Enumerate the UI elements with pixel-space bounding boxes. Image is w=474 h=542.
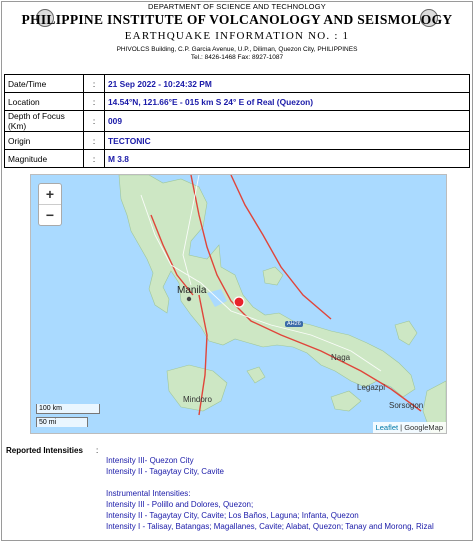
instrumental-intensity-item: Intensity III - Polillo and Dolores, Que… — [106, 500, 254, 509]
row-separator: : — [83, 74, 105, 93]
map-attribution: Leaflet | GoogleMap — [372, 422, 446, 433]
report-header: DEPARTMENT OF SCIENCE AND TECHNOLOGY PHI… — [0, 0, 474, 70]
info-title-text: EARTHQUAKE INFORMATION NO. : — [124, 30, 339, 42]
reported-intensity-item: Intensity III- Quezon City — [106, 456, 194, 465]
row-label: Origin — [4, 131, 84, 150]
table-row: Location : 14.54°N, 121.66°E - 015 km S … — [4, 92, 470, 111]
info-title: EARTHQUAKE INFORMATION NO. : 1 — [0, 30, 474, 42]
sorsogon-label: Sorsogon — [389, 401, 424, 410]
epicenter-map[interactable]: Manila Naga Legazpi Sorsogon Mindoro AH2… — [30, 174, 447, 434]
mindoro-label: Mindoro — [183, 395, 212, 404]
row-separator: : — [83, 110, 105, 132]
highway-shield: AH26 — [285, 321, 303, 327]
catanduanes-island — [394, 320, 418, 346]
row-label: Location — [4, 92, 84, 111]
table-row: Date/Time : 21 Sep 2022 - 10:24:32 PM — [4, 74, 470, 93]
reported-intensities-label: Reported Intensities — [6, 446, 83, 455]
telephone: Tel.: 8426-1468 Fax: 8927-1087 — [190, 54, 284, 61]
table-row: Origin : TECTONIC — [4, 131, 470, 150]
zoom-out-button[interactable]: − — [39, 204, 61, 225]
masbate-island — [330, 390, 362, 412]
location-value: 14.54°N, 121.66°E - 015 km S 24° E of Re… — [104, 92, 470, 111]
address-block: PHIVOLCS Building, C.P. Garcia Avenue, U… — [0, 46, 474, 62]
earthquake-details-table: Date/Time : 21 Sep 2022 - 10:24:32 PM Lo… — [4, 74, 470, 168]
leaflet-link[interactable]: Leaflet — [376, 423, 399, 432]
naga-label: Naga — [331, 353, 351, 362]
instrumental-intensity-item: Intensity II - Tagaytay City, Cavite; Lo… — [106, 511, 359, 520]
manila-city-dot — [186, 296, 192, 302]
row-label: Depth of Focus (Km) — [4, 110, 84, 132]
manila-label: Manila — [177, 285, 207, 296]
datetime-value: 21 Sep 2022 - 10:24:32 PM — [104, 74, 470, 93]
row-label: Magnitude — [4, 149, 84, 168]
reported-separator: : — [96, 446, 99, 455]
row-separator: : — [83, 149, 105, 168]
row-separator: : — [83, 92, 105, 111]
epicenter-marker — [233, 296, 245, 308]
marinduque-island — [246, 366, 266, 384]
row-separator: : — [83, 131, 105, 150]
googlemap-credit: GoogleMap — [404, 423, 443, 432]
row-label: Date/Time — [4, 74, 84, 93]
map-canvas[interactable] — [31, 175, 446, 433]
department-name: DEPARTMENT OF SCIENCE AND TECHNOLOGY — [148, 2, 326, 11]
table-row: Magnitude : M 3.8 — [4, 149, 470, 168]
scale-bar-mi: 50 mi — [36, 417, 88, 427]
reported-intensity-item: Intensity II - Tagaytay City, Cavite — [106, 467, 224, 476]
depth-value: 009 — [104, 110, 470, 132]
table-row: Depth of Focus (Km) : 009 — [4, 110, 470, 132]
magnitude-value: M 3.8 — [104, 149, 470, 168]
polillo-island — [262, 266, 284, 286]
scale-bar-km: 100 km — [36, 404, 100, 414]
institute-name: PHILIPPINE INSTITUTE OF VOLCANOLOGY AND … — [21, 12, 453, 27]
address: PHIVOLCS Building, C.P. Garcia Avenue, U… — [116, 46, 358, 53]
legazpi-label: Legazpi — [357, 383, 386, 392]
fault-line — [230, 175, 332, 320]
mindoro-island — [166, 364, 228, 412]
zoom-in-button[interactable]: + — [39, 184, 61, 204]
info-number: 1 — [342, 30, 350, 42]
instrumental-intensity-item: Intensity I - Talisay, Batangas; Magalla… — [106, 522, 434, 531]
origin-value: TECTONIC — [104, 131, 470, 150]
instrumental-intensities-label: Instrumental Intensities: — [106, 489, 191, 498]
zoom-control: + − — [38, 183, 62, 226]
